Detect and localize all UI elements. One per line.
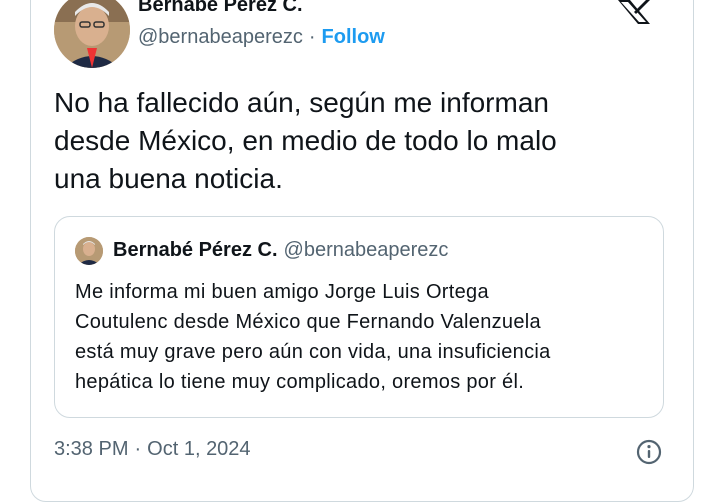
quoted-text-line: Me informa mi buen amigo Jorge Luis Orte…	[75, 281, 489, 303]
timestamp-separator: ·	[134, 438, 142, 460]
quoted-avatar-photo-icon	[75, 237, 103, 265]
author-handle-row: @bernabeaperezc · Follow	[138, 26, 385, 49]
tweet-text-line: una buena noticia.	[54, 163, 283, 194]
quoted-text-line: Coutulenc desde México que Fernando Vale…	[75, 311, 541, 333]
quoted-text-line: hepática lo tiene muy complicado, oremos…	[75, 371, 525, 393]
x-logo-icon	[618, 0, 650, 24]
author-name[interactable]: Bernabe Pérez C.	[138, 0, 303, 17]
info-icon[interactable]	[636, 439, 662, 465]
quoted-author-avatar[interactable]	[75, 237, 103, 265]
author-handle[interactable]: @bernabeaperezc	[138, 26, 303, 48]
quoted-tweet[interactable]: Bernabé Pérez C. @bernabeaperezc Me infor…	[54, 216, 664, 418]
tweet-text-line: No ha fallecido aún, según me informan	[54, 87, 549, 118]
tweet-text: No ha fallecido aún, según me informan d…	[54, 84, 654, 198]
follow-button[interactable]: Follow	[322, 26, 385, 48]
tweet-date: Oct 1, 2024	[147, 438, 251, 460]
quoted-author-name[interactable]: Bernabé Pérez C.	[113, 239, 278, 261]
quoted-author-handle[interactable]: @bernabeaperezc	[284, 239, 449, 261]
quoted-tweet-text: Me informa mi buen amigo Jorge Luis Orte…	[75, 277, 655, 397]
quoted-text-line: está muy grave pero aún con vida, una in…	[75, 341, 551, 363]
tweet-text-line: desde México, en medio de todo lo malo	[54, 125, 557, 156]
quoted-author-header: Bernabé Pérez C. @bernabeaperezc	[113, 239, 448, 262]
handle-separator: ·	[308, 26, 316, 48]
tweet-time: 3:38 PM	[54, 438, 129, 460]
tweet-timestamp[interactable]: 3:38 PM · Oct 1, 2024	[54, 438, 251, 461]
